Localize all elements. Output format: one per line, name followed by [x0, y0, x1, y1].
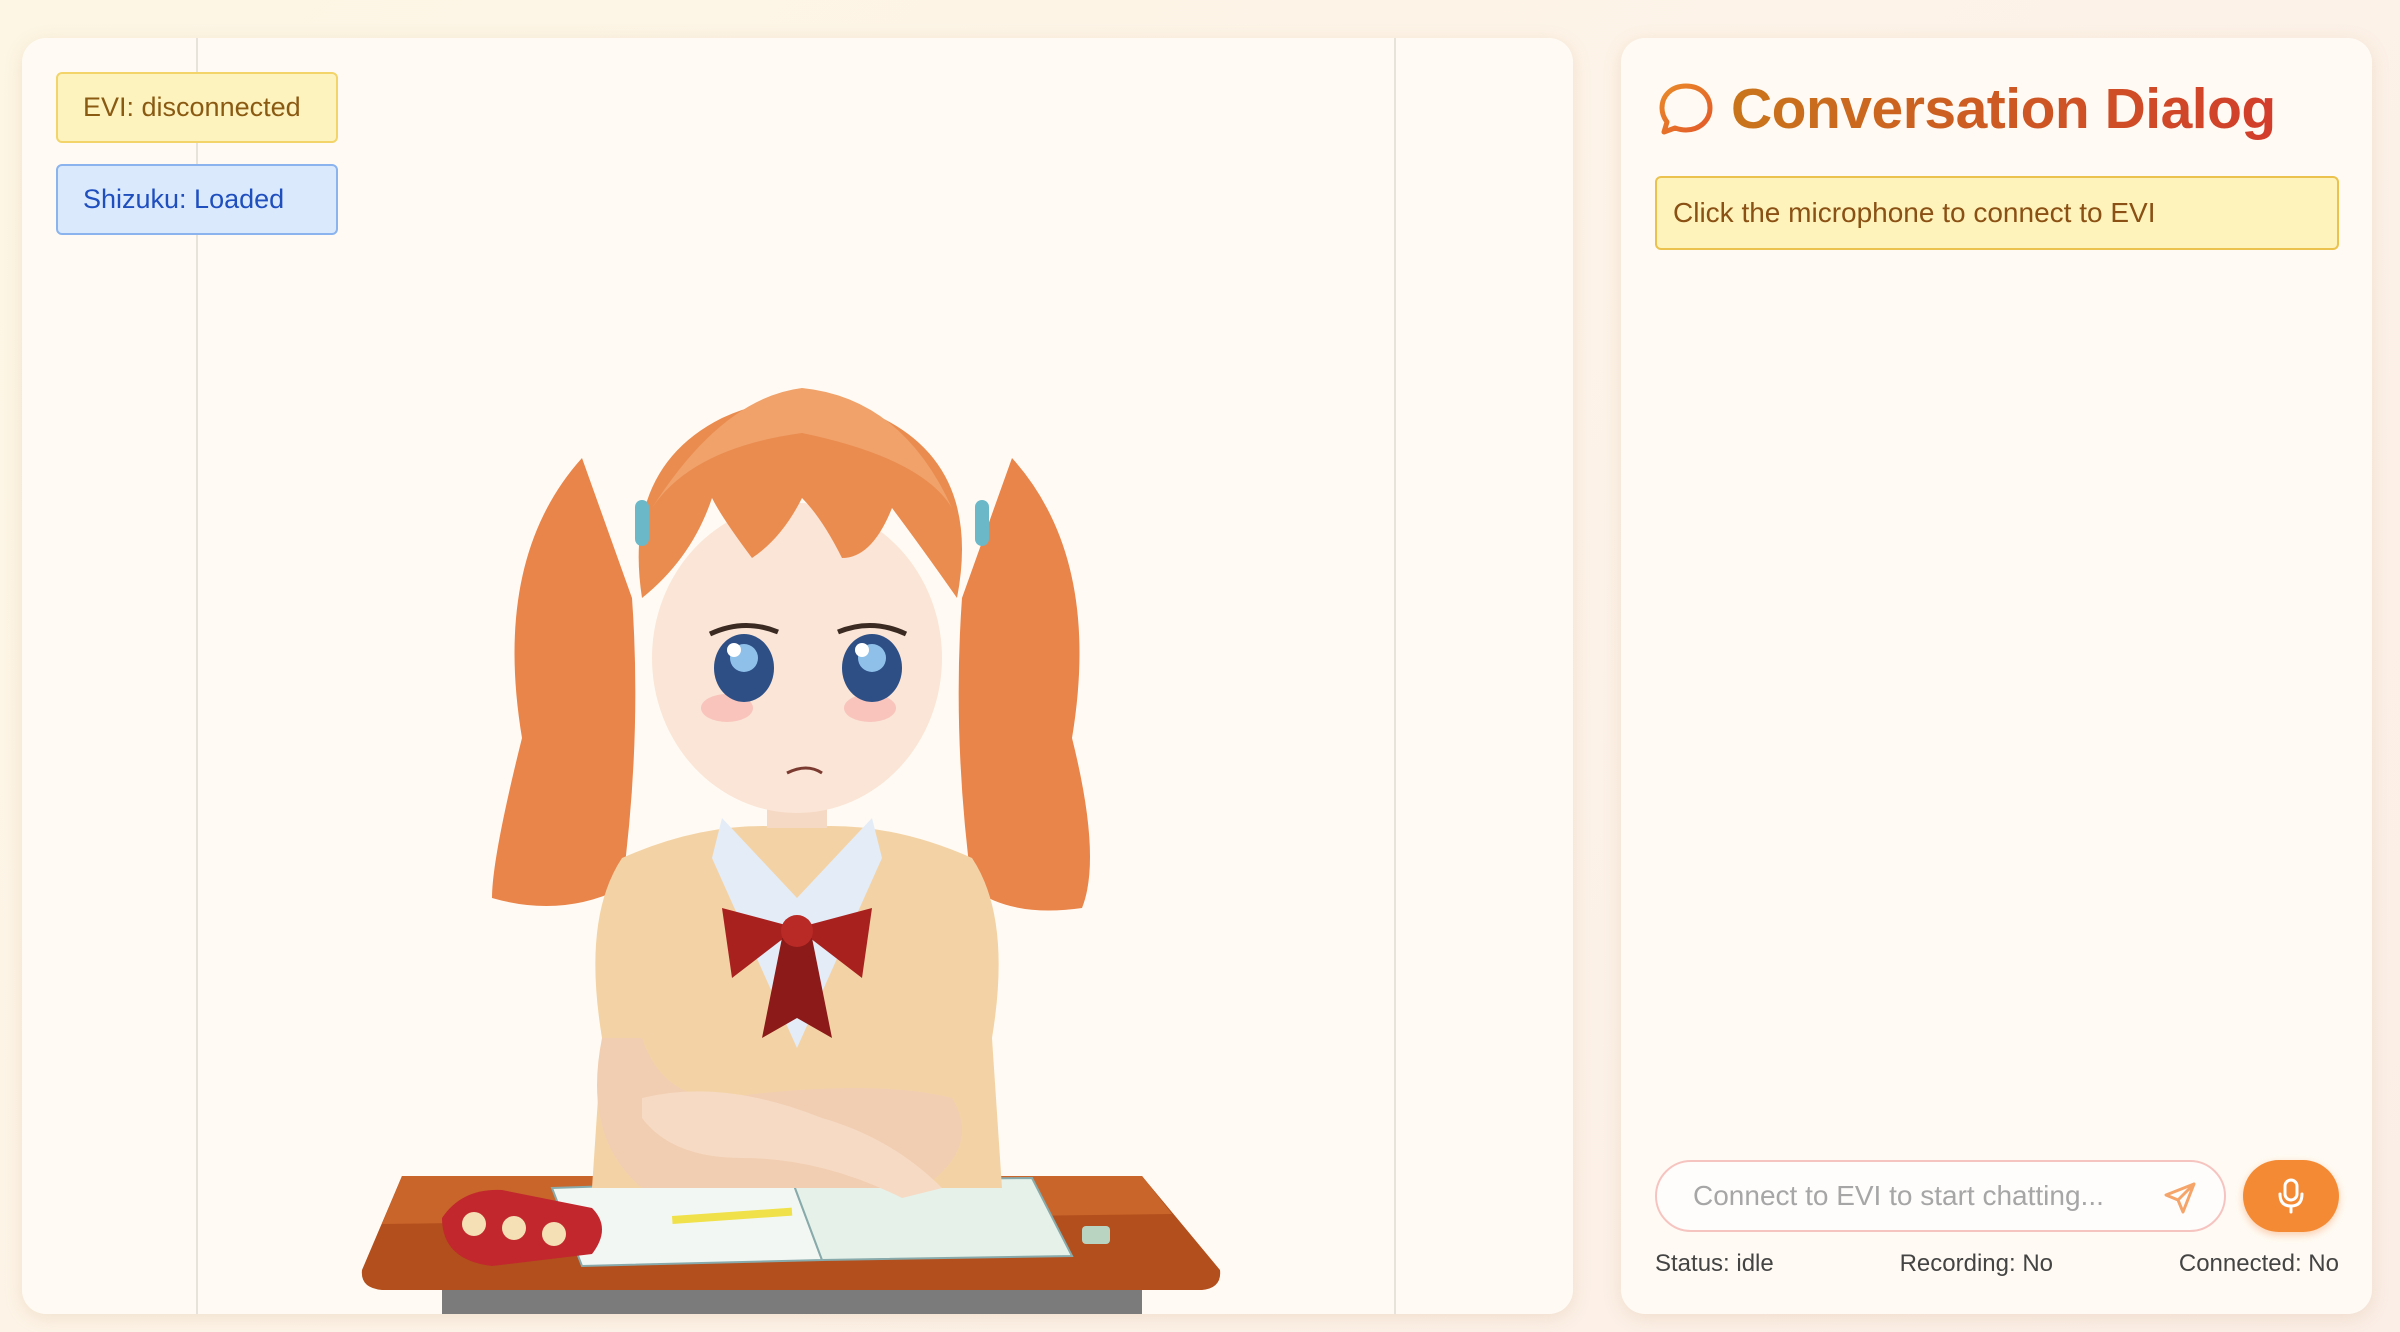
dialog-header: Conversation Dialog	[1657, 76, 2276, 142]
connected-text: Connected: No	[2178, 1250, 2339, 1277]
status-text: Status: idle	[1655, 1250, 1774, 1277]
recording-text: Recording: No	[1899, 1250, 2054, 1277]
status-row: Status: idle Recording: No Connected: No	[1655, 1250, 2339, 1278]
hair-clip-right	[975, 500, 989, 546]
message-input[interactable]	[1691, 1179, 2155, 1213]
hair-clip-left	[635, 500, 649, 546]
twin-tail-left	[492, 458, 636, 906]
model-status-badge: Shizuku: Loaded	[56, 164, 338, 235]
evi-status-badge: EVI: disconnected	[56, 72, 338, 143]
avatar-stage: EVI: disconnected Shizuku: Loaded	[22, 38, 1573, 1314]
connect-hint-banner: Click the microphone to connect to EVI	[1655, 176, 2339, 250]
eraser	[1082, 1226, 1110, 1244]
chat-bubble-icon	[1659, 83, 1713, 135]
send-icon[interactable]	[2162, 1180, 2198, 1216]
dialog-title: Conversation Dialog	[1731, 77, 2276, 141]
message-input-wrapper	[1655, 1160, 2226, 1232]
microphone-icon	[2278, 1178, 2304, 1214]
conversation-dialog: Conversation Dialog Click the microphone…	[1621, 38, 2372, 1314]
microphone-button[interactable]	[2243, 1160, 2339, 1232]
